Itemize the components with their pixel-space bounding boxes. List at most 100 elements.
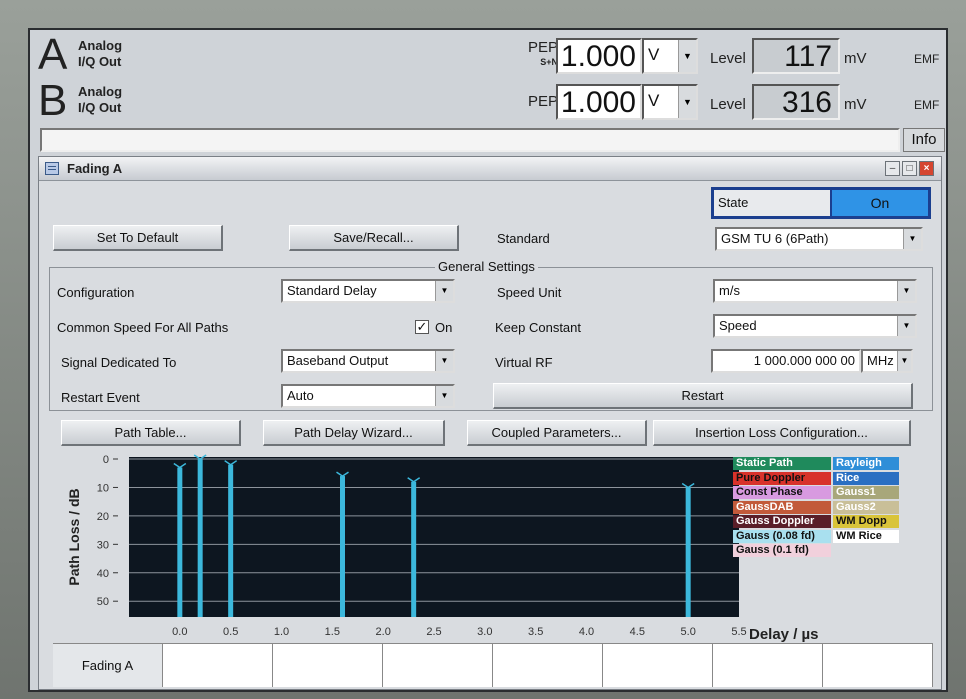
coupled-parameters-button[interactable]: Coupled Parameters... <box>467 420 647 446</box>
y-tick-label: 0 <box>103 454 109 466</box>
info-bar <box>40 128 900 152</box>
keep-constant-value: Speed <box>719 318 757 333</box>
virtual-rf-unit: MHz <box>867 353 894 368</box>
pep-text-a: PEP <box>527 39 558 56</box>
maximize-icon[interactable]: □ <box>902 161 917 176</box>
path-letter-b: B <box>38 76 68 125</box>
output-label-a-line1: Analog <box>78 38 123 53</box>
pep-unit-a: V <box>648 45 660 64</box>
fading-window: Fading A – □ × State On Set To Default S… <box>38 156 942 690</box>
level-unit-b: mV <box>844 96 867 113</box>
standard-select[interactable]: GSM TU 6 (6Path) ▼ <box>715 227 923 251</box>
tab-empty-1[interactable] <box>163 643 273 687</box>
window-icon <box>45 162 59 175</box>
state-label: State <box>714 190 830 216</box>
header-row-a: A Analog I/Q Out PEP S+N 1.000 V ▼ Level 1… <box>34 32 944 78</box>
minimize-icon[interactable]: – <box>885 161 900 176</box>
level-value-a[interactable]: 117 <box>752 38 840 74</box>
close-icon[interactable]: × <box>919 161 934 176</box>
emf-label-b: EMF <box>914 98 940 112</box>
x-tick-label: 4.0 <box>579 626 594 638</box>
x-tick-label: 2.5 <box>426 626 441 638</box>
y-axis-label: Path Loss / dB <box>66 488 82 585</box>
legend-entry: Rayleigh <box>833 457 899 470</box>
virtual-rf-label: Virtual RF <box>495 355 553 370</box>
x-tick-label: 0.0 <box>172 626 187 638</box>
x-tick-label: 3.5 <box>528 626 543 638</box>
path-delay-wizard-button[interactable]: Path Delay Wizard... <box>263 420 445 446</box>
legend-entry: WM Dopp <box>833 515 899 528</box>
level-value-b[interactable]: 316 <box>752 84 840 120</box>
window-tab-bar: Fading A <box>53 643 933 687</box>
output-label-b[interactable]: Analog I/Q Out <box>78 84 122 116</box>
state-toggle[interactable]: On <box>832 190 928 216</box>
set-to-default-button[interactable]: Set To Default <box>53 225 223 251</box>
chevron-down-icon: ▼ <box>435 386 453 406</box>
level-unit-a: mV <box>844 50 867 67</box>
tab-fading-a[interactable]: Fading A <box>53 643 163 687</box>
info-button[interactable]: Info <box>903 128 945 152</box>
state-control[interactable]: State On <box>711 187 931 219</box>
common-speed-label: Common Speed For All Paths <box>57 320 229 335</box>
level-label-a: Level <box>710 50 746 67</box>
plot-area <box>129 457 739 617</box>
configuration-select[interactable]: Standard Delay ▼ <box>281 279 455 303</box>
output-label-b-line2: I/Q Out <box>78 100 122 115</box>
tab-empty-3[interactable] <box>383 643 493 687</box>
tab-empty-5[interactable] <box>603 643 713 687</box>
speed-unit-select[interactable]: m/s ▼ <box>713 279 917 303</box>
x-tick-label: 1.0 <box>274 626 289 638</box>
legend-entry: Const Phase <box>733 486 831 499</box>
tab-empty-7[interactable] <box>823 643 933 687</box>
chevron-down-icon: ▼ <box>678 40 696 72</box>
output-label-a[interactable]: Analog I/Q Out <box>78 38 122 70</box>
x-tick-label: 5.5 <box>731 626 746 638</box>
tab-empty-6[interactable] <box>713 643 823 687</box>
signal-dedicated-label: Signal Dedicated To <box>61 355 177 370</box>
signal-dedicated-value: Baseband Output <box>287 353 389 368</box>
general-settings-title: General Settings <box>435 259 538 274</box>
legend-entry: Gauss Doppler <box>733 515 831 528</box>
chevron-down-icon: ▼ <box>897 351 911 371</box>
window-titlebar[interactable]: Fading A – □ × <box>39 157 941 181</box>
virtual-rf-input[interactable]: 1 000.000 000 00 <box>711 349 861 373</box>
chevron-down-icon: ▼ <box>435 281 453 301</box>
restart-event-value: Auto <box>287 388 314 403</box>
keep-constant-select[interactable]: Speed ▼ <box>713 314 917 338</box>
restart-event-select[interactable]: Auto ▼ <box>281 384 455 408</box>
check-icon: ✓ <box>416 319 428 334</box>
tab-empty-2[interactable] <box>273 643 383 687</box>
pep-unit-b: V <box>648 91 660 110</box>
path-bar <box>340 476 345 617</box>
pep-unit-select-a[interactable]: V ▼ <box>642 38 698 74</box>
pep-unit-select-b[interactable]: V ▼ <box>642 84 698 120</box>
insertion-loss-button[interactable]: Insertion Loss Configuration... <box>653 420 911 446</box>
keep-constant-label: Keep Constant <box>495 320 582 335</box>
path-letter-a: A <box>38 30 68 79</box>
header-row-b: B Analog I/Q Out PEP 1.000 V ▼ Level 316 … <box>34 78 944 124</box>
chevron-down-icon: ▼ <box>435 351 453 371</box>
x-axis-label: Delay / µs <box>749 626 819 643</box>
path-bar <box>411 481 417 617</box>
save-recall-button[interactable]: Save/Recall... <box>289 225 459 251</box>
pep-value-a[interactable]: 1.000 <box>556 38 642 74</box>
pep-value-b[interactable]: 1.000 <box>556 84 642 120</box>
y-tick-label: 10 <box>97 482 109 494</box>
speed-unit-label: Speed Unit <box>497 285 562 300</box>
legend-entry: GaussDAB <box>733 500 831 514</box>
level-label-b: Level <box>710 96 746 113</box>
emf-label-a: EMF <box>914 52 940 66</box>
signal-dedicated-select[interactable]: Baseband Output ▼ <box>281 349 455 373</box>
common-speed-checkbox[interactable]: ✓ <box>415 320 429 334</box>
tab-empty-4[interactable] <box>493 643 603 687</box>
standard-value: GSM TU 6 (6Path) <box>721 231 829 246</box>
x-tick-label: 3.0 <box>477 626 492 638</box>
configuration-value: Standard Delay <box>287 283 377 298</box>
path-table-button[interactable]: Path Table... <box>61 420 241 446</box>
restart-button[interactable]: Restart <box>493 383 913 409</box>
speed-unit-value: m/s <box>719 283 740 298</box>
chevron-down-icon: ▼ <box>678 86 696 118</box>
chevron-down-icon: ▼ <box>903 229 921 249</box>
chevron-down-icon: ▼ <box>897 316 915 336</box>
virtual-rf-unit-select[interactable]: MHz ▼ <box>861 349 913 373</box>
